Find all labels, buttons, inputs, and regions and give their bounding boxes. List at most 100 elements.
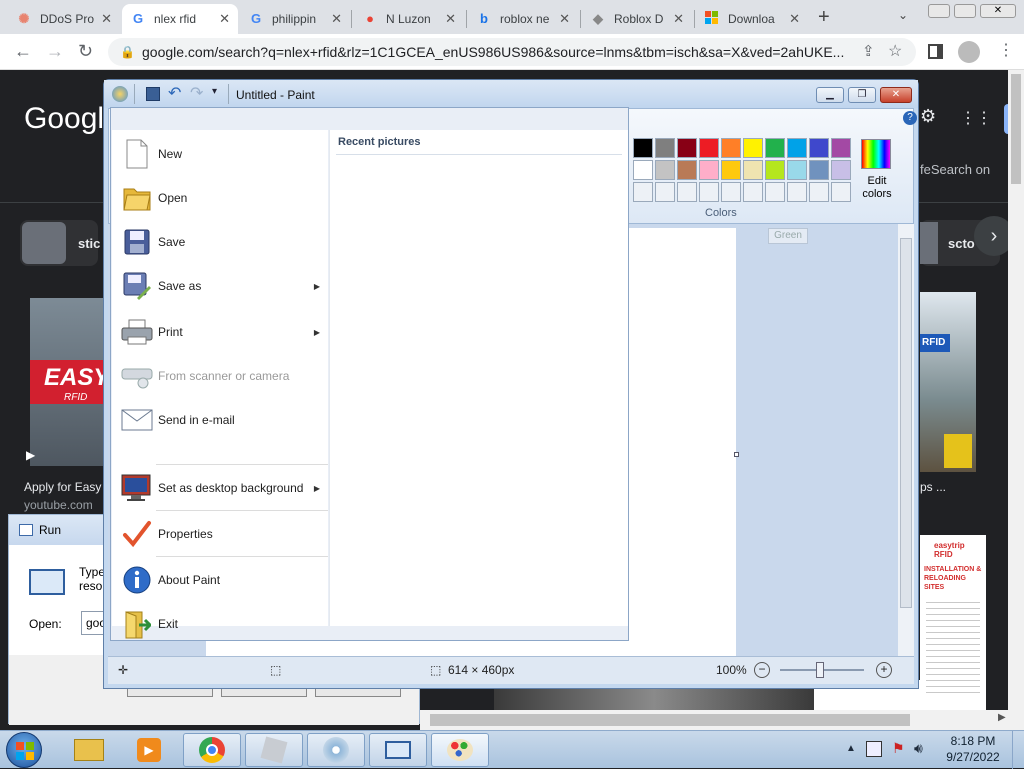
color-swatch[interactable] [743,160,763,180]
custom-color-slot[interactable] [765,182,785,202]
color-swatch[interactable] [765,160,785,180]
bookmark-star-icon[interactable]: ☆ [888,41,902,61]
quick-save-icon[interactable] [146,87,160,101]
color-swatch[interactable] [787,138,807,158]
menu-item-about-paint[interactable]: About Paint [112,558,328,602]
volume-icon[interactable]: 🔊︎ [914,740,923,757]
canvas-vertical-scrollbar[interactable] [898,224,914,656]
tab-search-chevron-icon[interactable]: ⌄ [898,8,908,22]
tab-nlex-rfid[interactable]: G nlex rfid ✕ [122,4,238,34]
customize-toolbar-icon[interactable]: ▾ [212,86,217,97]
tab-ddos[interactable]: ✺ DDoS Pro ✕ [8,4,120,34]
menu-item-open[interactable]: Open [112,176,328,220]
menu-item-from-scanner[interactable]: From scanner or camera [112,354,328,398]
back-arrow-icon[interactable]: ← [14,41,32,62]
canvas-resize-handle[interactable] [734,452,739,457]
forward-arrow-icon[interactable]: → [46,41,64,62]
menu-item-send-email[interactable]: Send in e-mail [112,398,328,442]
result-source[interactable]: youtube.com [24,498,93,512]
zoom-out-button[interactable]: − [754,662,770,678]
related-chip[interactable]: stic [20,220,100,266]
zoom-in-button[interactable]: + [876,662,892,678]
tab-philippines[interactable]: G philippin ✕ [240,4,350,34]
paint-minimize-button[interactable]: ▁ [816,87,844,103]
taskbar-media-player[interactable]: ▶ [120,733,178,767]
help-icon[interactable]: ? [903,111,917,125]
color-swatch[interactable] [721,160,741,180]
paint-title-bar[interactable]: ↶ ↷ ▾ Untitled - Paint ▁ ❐ ✕ [104,80,918,108]
color-swatch[interactable] [809,138,829,158]
taskbar-explorer[interactable] [60,733,118,767]
taskbar-paint[interactable] [431,733,489,767]
tab-roblox-news[interactable]: b roblox ne ✕ [468,4,578,34]
custom-color-slot[interactable] [655,182,675,202]
side-panel-icon[interactable] [928,44,943,59]
start-button[interactable] [6,732,42,768]
menu-item-set-desktop-background[interactable]: Set as desktop background ▶ [112,466,328,510]
safesearch-label[interactable]: feSearch on [920,162,990,177]
menu-item-new[interactable]: New [112,132,328,176]
tab-download[interactable]: Downloa ✕ [696,4,808,34]
redo-icon[interactable]: ↷ [190,83,203,103]
close-icon[interactable]: ✕ [331,11,342,27]
menu-item-exit[interactable]: Exit [112,602,328,646]
taskbar-run[interactable] [369,733,427,767]
image-thumbnail[interactable]: EASYT RFID ▶ [26,298,124,466]
color-swatch[interactable] [677,160,697,180]
clock[interactable]: 8:18 PM 9/27/2022 [946,734,1000,764]
maximize-button[interactable] [954,4,976,18]
profile-avatar[interactable] [958,41,980,63]
menu-item-save-as[interactable]: Save as ▶ [112,264,328,308]
color-swatch[interactable] [831,138,851,158]
show-desktop-button[interactable] [1012,731,1024,769]
new-tab-button[interactable]: + [818,6,830,29]
apps-grid-icon[interactable]: ⋮⋮ [960,108,992,128]
zoom-slider-thumb[interactable] [816,662,824,678]
page-scrollbar[interactable] [1008,70,1024,710]
tab-n-luzon[interactable]: ● N Luzon ✕ [354,4,464,34]
color-swatch[interactable] [765,138,785,158]
show-hidden-icons[interactable]: ▲ [846,743,856,754]
window-close-button[interactable]: ✕ [980,4,1016,18]
custom-color-slot[interactable] [743,182,763,202]
horizontal-scrollbar[interactable]: ▶ [420,710,1024,730]
result-title[interactable]: Apply for Easy [24,480,101,494]
color-swatch[interactable] [677,138,697,158]
menu-item-properties[interactable]: Properties [112,512,328,556]
paint-close-button[interactable]: ✕ [880,87,912,103]
color-swatch[interactable] [831,160,851,180]
reload-icon[interactable]: ↻ [78,41,93,62]
close-icon[interactable]: ✕ [445,11,456,27]
color-swatch[interactable] [633,138,653,158]
close-icon[interactable]: ✕ [673,11,684,27]
close-icon[interactable]: ✕ [101,11,112,27]
color-swatch[interactable] [743,138,763,158]
color-swatch[interactable] [633,160,653,180]
share-icon[interactable]: ⇪ [862,42,875,60]
image-thumbnail[interactable]: easytrip RFID INSTALLATION & RELOADING S… [920,535,986,710]
custom-color-slot[interactable] [787,182,807,202]
custom-color-slot[interactable] [831,182,851,202]
taskbar-chrome[interactable] [183,733,241,767]
address-bar[interactable]: 🔒 google.com/search?q=nlex+rfid&rlz=1C1G… [108,38,916,66]
chrome-menu-icon[interactable]: ⋮ [998,40,1014,60]
close-icon[interactable]: ✕ [219,11,230,27]
image-thumbnail[interactable]: RFID [920,292,976,472]
taskbar-disc-tool[interactable] [307,733,365,767]
paint-maximize-button[interactable]: ❐ [848,87,876,103]
result-title[interactable]: ps ... [920,480,946,494]
custom-color-slot[interactable] [677,182,697,202]
color-swatch[interactable] [809,160,829,180]
close-icon[interactable]: ✕ [789,11,800,27]
tab-roblox-download[interactable]: ◆ Roblox D ✕ [582,4,692,34]
color-swatch[interactable] [655,160,675,180]
custom-color-slot[interactable] [721,182,741,202]
custom-color-slot[interactable] [633,182,653,202]
custom-color-slot[interactable] [699,182,719,202]
color-swatch[interactable] [721,138,741,158]
undo-icon[interactable]: ↶ [168,83,181,103]
minimize-button[interactable] [928,4,950,18]
taskbar-roblox[interactable] [245,733,303,767]
close-icon[interactable]: ✕ [559,11,570,27]
color-swatch[interactable] [699,138,719,158]
